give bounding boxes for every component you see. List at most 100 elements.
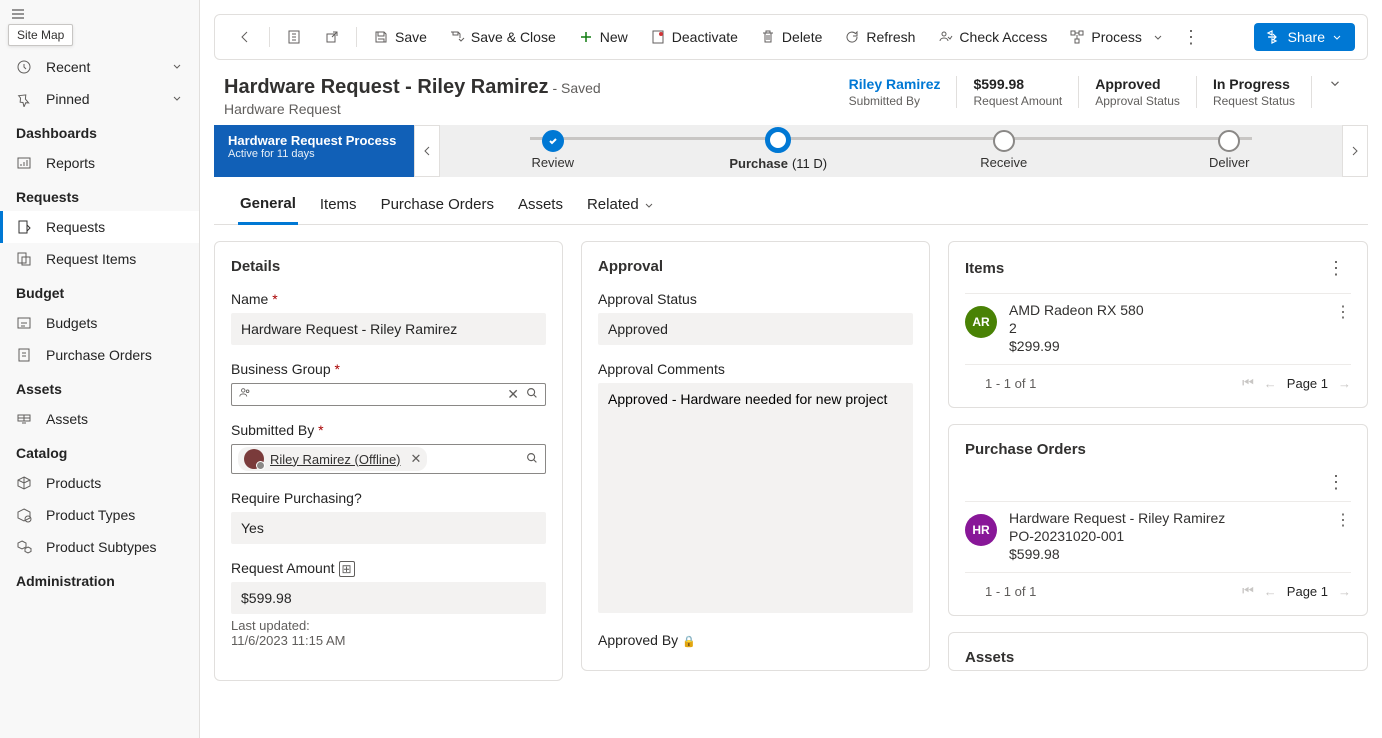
pager-prev-button[interactable]: ← (1264, 376, 1277, 391)
more-commands-button[interactable]: ⋮ (1176, 27, 1206, 48)
stage-deliver[interactable]: Deliver (1117, 130, 1343, 170)
product-type-icon (16, 507, 32, 523)
subgrid-more-button[interactable]: ⋮ (1321, 258, 1351, 279)
sidebar-header-catalog: Catalog (0, 435, 199, 467)
stage-purchase[interactable]: Purchase(11 D) (666, 129, 892, 171)
subgrid-title: Items (965, 260, 1004, 277)
po-number: PO-20231020-001 (1009, 528, 1323, 544)
sidebar-item-products[interactable]: Products (0, 467, 199, 499)
pager-first-button[interactable]: ⏮ (1242, 583, 1254, 599)
pin-icon (16, 91, 32, 107)
sidebar-item-assets[interactable]: Assets (0, 403, 199, 435)
check-access-icon (937, 29, 953, 45)
process-next-button[interactable] (1342, 125, 1368, 177)
delete-button[interactable]: Delete (750, 23, 832, 51)
business-group-lookup[interactable]: ✕ (231, 383, 546, 406)
request-amount-input[interactable] (231, 582, 546, 614)
stage-review[interactable]: Review (440, 130, 666, 170)
row-more-button[interactable]: ⋮ (1335, 302, 1351, 322)
header-expand-button[interactable] (1311, 76, 1358, 108)
require-purchasing-input[interactable] (231, 512, 546, 544)
assets-subgrid: Assets (948, 632, 1368, 671)
header-submitted-by-value[interactable]: Riley Ramirez (849, 76, 941, 92)
save-button[interactable]: Save (363, 23, 437, 51)
sidebar-item-label: Product Types (46, 507, 135, 523)
sidebar-item-budgets[interactable]: Budgets (0, 307, 199, 339)
sidebar-pinned[interactable]: Pinned (0, 83, 199, 115)
list-item[interactable]: HR Hardware Request - Riley Ramirez PO-2… (965, 501, 1351, 572)
pager-next-button[interactable]: → (1338, 376, 1351, 391)
plus-icon (578, 29, 594, 45)
sidebar-item-label: Requests (46, 219, 105, 235)
request-icon (16, 219, 32, 235)
stage-receive[interactable]: Receive (891, 130, 1117, 170)
tab-purchase-orders[interactable]: Purchase Orders (379, 189, 496, 224)
sidebar-header-dashboards: Dashboards (0, 115, 199, 147)
business-group-label: Business Group * (231, 361, 546, 377)
sidebar-recent[interactable]: Recent (0, 51, 199, 83)
tab-assets[interactable]: Assets (516, 189, 565, 224)
refresh-button[interactable]: Refresh (834, 23, 925, 51)
reports-icon (16, 155, 32, 171)
clear-icon[interactable]: ✕ (507, 386, 519, 403)
name-input[interactable] (231, 313, 546, 345)
approval-comments-textarea[interactable] (598, 383, 913, 613)
name-label: Name * (231, 291, 546, 307)
back-button[interactable] (227, 23, 263, 51)
future-stage-icon (1218, 130, 1240, 152)
search-icon[interactable] (525, 451, 539, 468)
tab-related[interactable]: Related (585, 189, 657, 224)
sidebar-item-label: Purchase Orders (46, 347, 152, 363)
pager-first-button[interactable]: ⏮ (1242, 375, 1254, 391)
save-close-button[interactable]: Save & Close (439, 23, 566, 51)
calculator-icon: ⊞ (339, 561, 355, 577)
share-button[interactable]: Share (1254, 23, 1355, 51)
sidebar-item-reports[interactable]: Reports (0, 147, 199, 179)
clock-icon (16, 59, 32, 75)
people-icon (238, 386, 252, 403)
pager-next-button[interactable]: → (1338, 584, 1351, 599)
popout-button[interactable] (314, 23, 350, 51)
tab-items[interactable]: Items (318, 189, 359, 224)
arrow-left-icon (237, 29, 253, 45)
new-button[interactable]: New (568, 23, 638, 51)
lock-icon: 🔒 (682, 636, 696, 648)
list-item[interactable]: AR AMD Radeon RX 580 2 $299.99 ⋮ (965, 293, 1351, 364)
header-fields: Riley RamirezSubmitted By $599.98Request… (833, 76, 1358, 108)
entity-name: Hardware Request (224, 101, 601, 117)
sidebar-header-requests: Requests (0, 179, 199, 211)
process-name[interactable]: Hardware Request Process Active for 11 d… (214, 125, 414, 177)
sidebar-item-label: Budgets (46, 315, 97, 331)
check-access-button[interactable]: Check Access (927, 23, 1057, 51)
sidebar-item-request-items[interactable]: Request Items (0, 243, 199, 275)
sidebar-item-purchase-orders[interactable]: Purchase Orders (0, 339, 199, 371)
subgrid-more-button[interactable]: ⋮ (1321, 472, 1351, 492)
sidebar-item-label: Products (46, 475, 101, 491)
process-button[interactable]: Process (1059, 23, 1174, 51)
search-icon[interactable] (525, 386, 539, 403)
pager: 1 - 1 of 1 ⏮ ← Page 1 → (965, 364, 1351, 391)
header-amount-label: Request Amount (973, 94, 1062, 108)
sidebar-header-budget: Budget (0, 275, 199, 307)
check-icon (542, 130, 564, 152)
save-status: - Saved (549, 80, 601, 96)
submitted-by-lookup[interactable]: Riley Ramirez (Offline)✕ (231, 444, 546, 474)
tab-general[interactable]: General (238, 189, 298, 225)
deactivate-button[interactable]: Deactivate (640, 23, 748, 51)
row-more-button[interactable]: ⋮ (1335, 510, 1351, 530)
sidebar-item-product-subtypes[interactable]: Product Subtypes (0, 531, 199, 563)
item-name: AMD Radeon RX 580 (1009, 302, 1323, 318)
process-prev-button[interactable] (414, 125, 440, 177)
sidebar-item-product-types[interactable]: Product Types (0, 499, 199, 531)
trash-icon (760, 29, 776, 45)
pager-prev-button[interactable]: ← (1264, 584, 1277, 599)
deactivate-icon (650, 29, 666, 45)
require-purchasing-label: Require Purchasing? (231, 490, 546, 506)
open-record-set-button[interactable] (276, 23, 312, 51)
active-stage-icon (765, 127, 791, 153)
clear-icon[interactable]: ✕ (411, 451, 422, 467)
assets-icon (16, 411, 32, 427)
sidebar-item-label: Reports (46, 155, 95, 171)
approval-status-input[interactable] (598, 313, 913, 345)
sidebar-item-requests[interactable]: Requests (0, 211, 199, 243)
